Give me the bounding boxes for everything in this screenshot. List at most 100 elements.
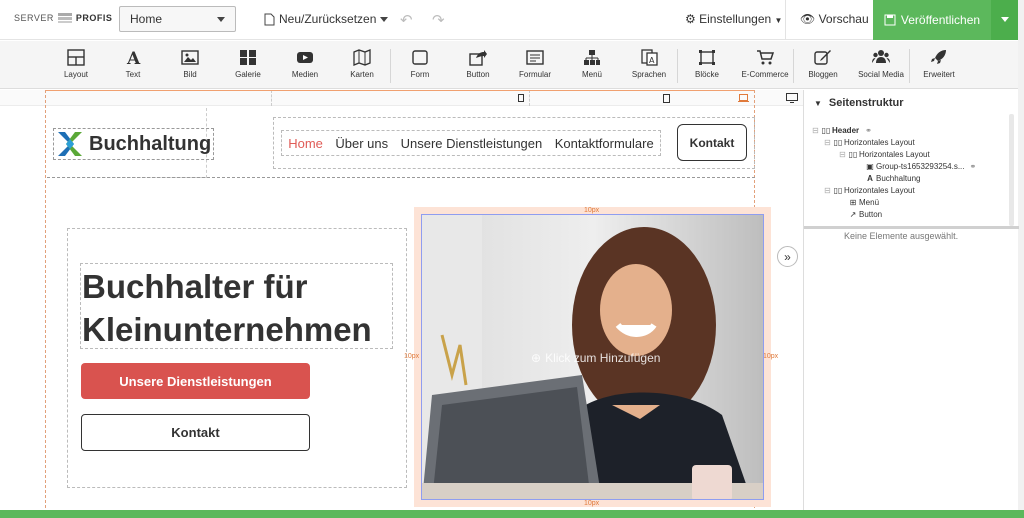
- collapse-toggle-icon[interactable]: ⊟: [824, 186, 832, 195]
- tool-shape[interactable]: Form: [392, 49, 448, 79]
- no-selection-message: Keine Elemente ausgewählt.: [844, 231, 959, 241]
- nav-item-about[interactable]: Über uns: [335, 136, 388, 151]
- tool-label: Social Media: [858, 70, 904, 79]
- laptop-icon[interactable]: [738, 94, 749, 102]
- tree-item-horizontal-layout[interactable]: ⊟ ▯▯ Horizontales Layout: [812, 148, 1008, 160]
- tablet-icon[interactable]: [663, 94, 670, 103]
- svg-text:A: A: [649, 56, 655, 65]
- collapse-toggle-icon[interactable]: ⊟: [839, 150, 847, 159]
- publish-label: Veröffentlichen: [900, 13, 981, 27]
- tree-item-label: Button: [859, 209, 883, 219]
- nav-item-services[interactable]: Unsere Dienstleistungen: [401, 136, 543, 151]
- tool-blog[interactable]: Bloggen: [795, 49, 851, 79]
- button-icon: [469, 50, 487, 66]
- tool-form[interactable]: Formular: [507, 49, 563, 79]
- panel-title: Seitenstruktur: [828, 97, 904, 109]
- tree-item-brand-text[interactable]: A Buchhaltung: [812, 172, 1008, 184]
- sitemap-icon: [584, 50, 600, 65]
- tool-button[interactable]: Button: [450, 49, 506, 79]
- gallery-icon: [240, 50, 256, 65]
- tool-label: Galerie: [235, 70, 261, 79]
- chevron-down-icon: [1001, 17, 1009, 22]
- collapse-toggle-icon[interactable]: ⊟: [812, 126, 820, 135]
- desktop-icon[interactable]: [786, 93, 798, 103]
- left-guide: [45, 90, 46, 518]
- tool-ecommerce[interactable]: E-Commerce: [737, 49, 793, 79]
- settings-button[interactable]: ⚙ Einstellungen ▼: [685, 12, 782, 26]
- editor-canvas[interactable]: Buchhaltung Home Über uns Unsere Dienstl…: [0, 90, 803, 518]
- publish-dropdown-button[interactable]: [991, 0, 1018, 40]
- nav-item-contact-forms[interactable]: Kontaktformulare: [555, 136, 654, 151]
- services-button[interactable]: Unsere Dienstleistungen: [81, 363, 310, 399]
- settings-label: Einstellungen: [699, 12, 772, 26]
- tool-advanced[interactable]: Erweitert: [911, 49, 967, 79]
- padding-bottom-label: 10px: [584, 500, 600, 507]
- tool-label: Blöcke: [694, 70, 719, 79]
- sitemap-icon: ⊞: [849, 197, 857, 207]
- columns-icon: ▯▯: [833, 185, 843, 195]
- undo-icon[interactable]: ↶: [400, 11, 413, 29]
- logo-right-text: PROFIS: [75, 13, 113, 23]
- site-logo[interactable]: Buchhaltung: [53, 128, 215, 160]
- tree-item-label: Horizontales Layout: [844, 137, 915, 147]
- logo-left-text: SERVER: [14, 13, 54, 23]
- tree-item-header[interactable]: ⊟ ▯▯ Header ⚭: [812, 124, 1008, 136]
- page-select-value: Home: [130, 12, 163, 26]
- tree-item-logo-image[interactable]: ▣ Group-ts1653293254.s... ⚭: [812, 160, 1008, 172]
- hero-image[interactable]: ⊕ Klick zum Hinzufügen: [421, 214, 764, 500]
- hero-title[interactable]: Buchhalter für Kleinunternehmen: [82, 265, 392, 351]
- tree-item-label: Menü: [859, 197, 880, 207]
- image-icon: ▣: [866, 161, 874, 171]
- page-select[interactable]: Home: [119, 6, 236, 32]
- video-icon: [297, 52, 313, 63]
- page-structure-panel: ▼ Seitenstruktur ⊟ ▯▯ Header ⚭ ⊟ ▯▯ Hori…: [803, 90, 1019, 510]
- bottom-status-bar: [0, 510, 1024, 518]
- tool-layout[interactable]: Layout: [48, 49, 104, 79]
- panel-scrollbar[interactable]: [1009, 114, 1014, 226]
- form-icon: [526, 50, 544, 65]
- tool-menu[interactable]: Menü: [564, 49, 620, 79]
- collapse-toggle-icon[interactable]: ⊟: [824, 138, 832, 147]
- tool-gallery[interactable]: Galerie: [220, 49, 276, 79]
- toolbar-divider: [793, 49, 794, 83]
- tree-item-label: Group-ts1653293254.s...: [876, 161, 965, 171]
- image-icon: [181, 50, 199, 65]
- top-bar: SERVER PROFIS Home Neu/Zurücksetzen ↶ ↷ …: [0, 0, 1024, 40]
- tool-languages[interactable]: A Sprachen: [621, 49, 677, 79]
- preview-button[interactable]: 👁 Vorschau: [800, 12, 869, 26]
- logo-icon: [57, 12, 73, 24]
- tool-text[interactable]: A Text: [105, 49, 161, 79]
- site-nav[interactable]: Home Über uns Unsere Dienstleistungen Ko…: [281, 130, 661, 156]
- text-icon: A: [126, 49, 141, 66]
- tool-maps[interactable]: Karten: [334, 49, 390, 79]
- tree-item-horizontal-layout[interactable]: ⊟ ▯▯ Horizontales Layout: [812, 184, 1008, 196]
- tool-social-media[interactable]: Social Media: [853, 49, 909, 79]
- tool-label: Button: [466, 70, 490, 79]
- contact-button[interactable]: Kontakt: [81, 414, 310, 451]
- tool-image[interactable]: Bild: [162, 49, 218, 79]
- nav-contact-button[interactable]: Kontakt: [677, 124, 747, 161]
- panel-resize-handle[interactable]: [804, 226, 1019, 229]
- columns-icon: ▯▯: [821, 125, 831, 135]
- mobile-icon[interactable]: [518, 94, 524, 102]
- divider: [785, 0, 786, 40]
- tree-item-button[interactable]: ↗ Button: [812, 208, 1008, 220]
- redo-icon[interactable]: ↷: [432, 11, 445, 29]
- panel-header[interactable]: ▼ Seitenstruktur: [814, 97, 904, 109]
- expand-panel-button[interactable]: »: [777, 246, 798, 267]
- tree-item-menu[interactable]: ⊞ Menü: [812, 196, 1008, 208]
- toolbar-divider: [909, 49, 910, 83]
- tree-item-horizontal-layout[interactable]: ⊟ ▯▯ Horizontales Layout: [812, 136, 1008, 148]
- rocket-icon: [931, 50, 946, 64]
- button-icon: ↗: [849, 209, 857, 219]
- tool-media[interactable]: Medien: [277, 49, 333, 79]
- padding-top-label: 10px: [584, 207, 600, 214]
- new-reset-button[interactable]: Neu/Zurücksetzen: [264, 12, 389, 26]
- tool-label: Menü: [581, 70, 602, 79]
- nav-item-home[interactable]: Home: [288, 136, 323, 151]
- window-scrollbar[interactable]: [1018, 0, 1024, 518]
- tree-item-label: Horizontales Layout: [859, 149, 930, 159]
- add-element-hint[interactable]: ⊕ Klick zum Hinzufügen: [531, 351, 660, 365]
- tool-blocks[interactable]: Blöcke: [679, 49, 735, 79]
- publish-button[interactable]: Veröffentlichen: [873, 0, 991, 40]
